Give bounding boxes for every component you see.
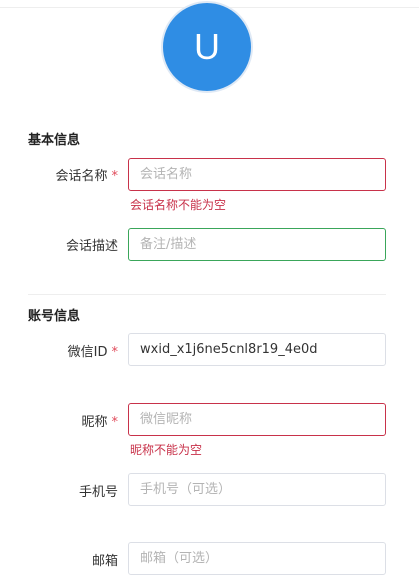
- wxid-label: 微信ID *: [67, 345, 119, 360]
- nickname-error: 昵称不能为空: [130, 443, 203, 457]
- session-desc-label: 会话描述: [65, 239, 118, 254]
- avatar[interactable]: U: [161, 1, 253, 93]
- session-desc-input[interactable]: [128, 228, 386, 261]
- section-title-basic: 基本信息: [28, 133, 81, 148]
- wxid-input[interactable]: [128, 333, 386, 366]
- phone-label: 手机号: [78, 485, 118, 500]
- required-mark: *: [111, 345, 119, 360]
- nickname-label: 昵称 *: [81, 415, 119, 430]
- section-title-account: 账号信息: [28, 309, 81, 324]
- required-mark: *: [111, 169, 119, 184]
- required-mark: *: [111, 415, 119, 430]
- email-label: 邮箱: [91, 554, 118, 569]
- phone-input[interactable]: [128, 473, 386, 506]
- session-name-input[interactable]: [128, 158, 386, 191]
- session-name-error: 会话名称不能为空: [130, 198, 227, 212]
- session-name-label: 会话名称 *: [55, 169, 119, 184]
- nickname-input[interactable]: [128, 403, 386, 436]
- section-divider: [28, 294, 386, 295]
- email-input[interactable]: [128, 542, 386, 575]
